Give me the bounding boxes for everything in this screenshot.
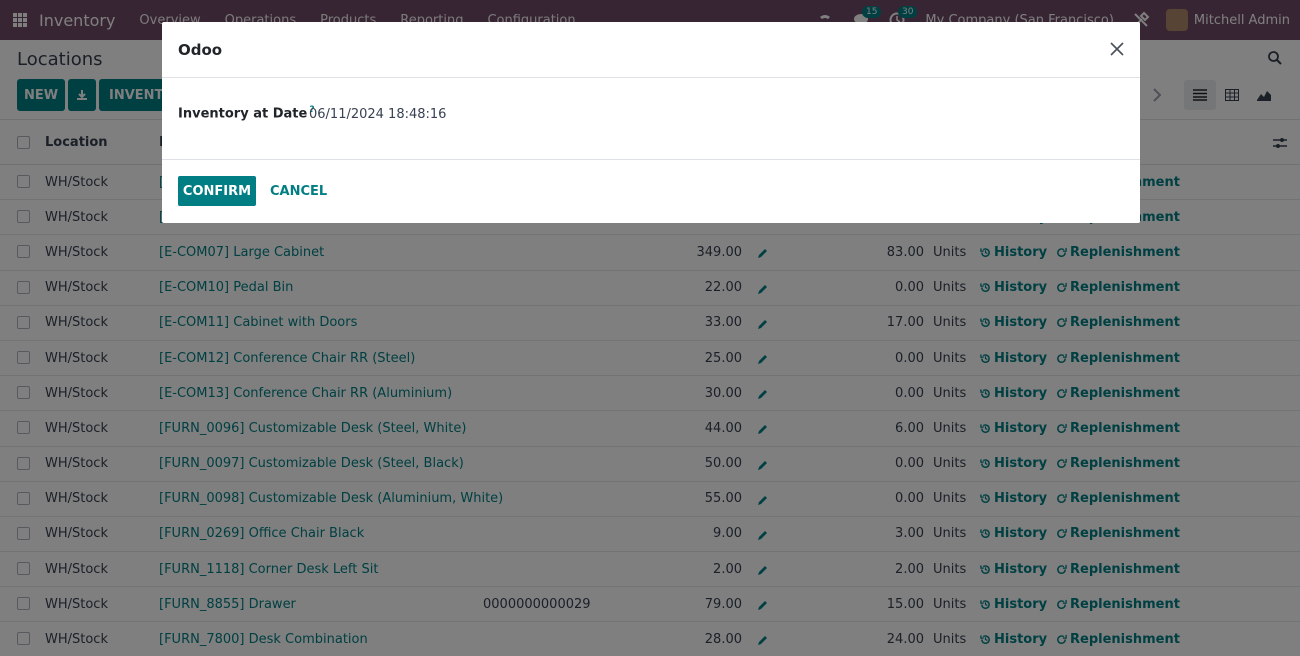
close-icon[interactable]	[1110, 42, 1124, 56]
cancel-button[interactable]: CANCEL	[270, 176, 327, 206]
confirm-button[interactable]: CONFIRM	[178, 176, 256, 206]
inventory-at-date-dialog: Odoo Inventory at Date? 06/11/2024 18:48…	[162, 22, 1140, 223]
dialog-title: Odoo	[178, 41, 223, 59]
dialog-header: Odoo	[162, 22, 1140, 78]
field-label-inventory-date: Inventory at Date?	[178, 105, 315, 121]
field-label-text: Inventory at Date	[178, 106, 308, 122]
modal-backdrop[interactable]: Odoo Inventory at Date? 06/11/2024 18:48…	[0, 0, 1300, 656]
dialog-footer: CONFIRM CANCEL	[162, 160, 1140, 222]
inventory-date-input[interactable]: 06/11/2024 18:48:16	[309, 107, 446, 122]
dialog-body: Inventory at Date? 06/11/2024 18:48:16	[162, 78, 1140, 160]
